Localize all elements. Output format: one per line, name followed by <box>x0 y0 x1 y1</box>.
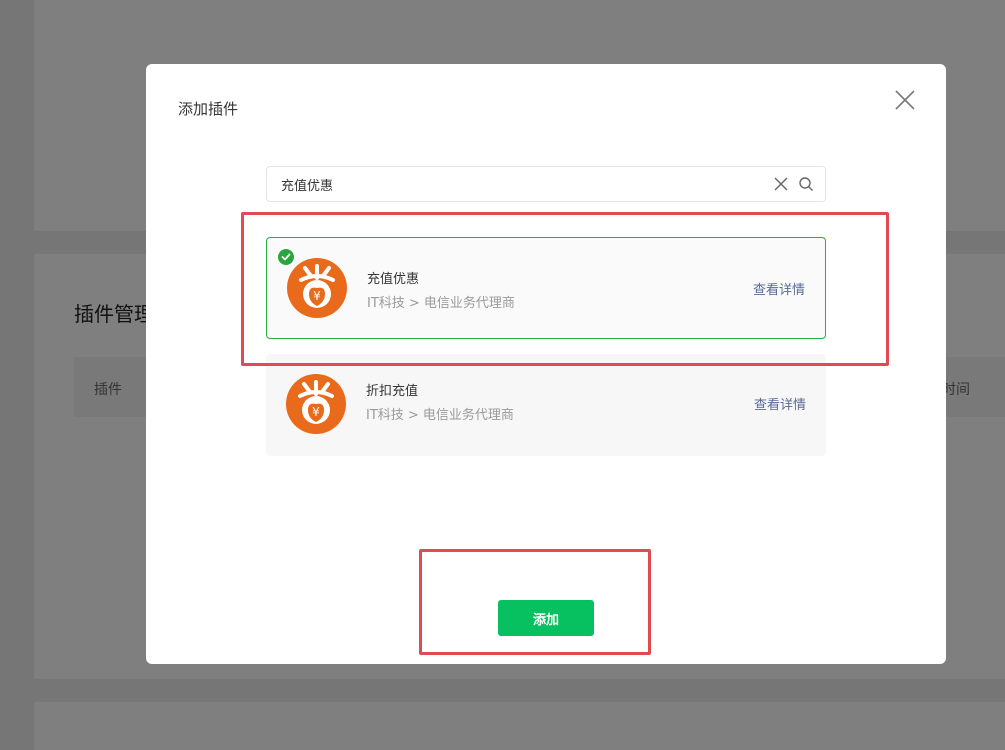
plugin-category: IT科技 > 电信业务代理商 <box>367 296 515 311</box>
plugin-name: 折扣充值 <box>366 384 419 399</box>
view-details-link[interactable]: 查看详情 <box>753 279 805 298</box>
add-button[interactable]: 添加 <box>498 600 594 636</box>
plugin-name: 充值优惠 <box>367 272 420 287</box>
plugin-result-item[interactable]: ¥ 充值优惠 IT科技 > 电信业务代理商 查看详情 <box>266 237 826 339</box>
add-plugin-dialog: 添加插件 ¥ <box>146 64 946 664</box>
plugin-category: IT科技 > 电信业务代理商 <box>366 408 514 423</box>
svg-text:¥: ¥ <box>312 405 320 419</box>
dialog-title: 添加插件 <box>178 100 239 118</box>
search-input[interactable] <box>281 167 761 201</box>
close-icon[interactable] <box>894 89 916 111</box>
search-box <box>266 166 826 202</box>
plugin-result-item[interactable]: ¥ 折扣充值 IT科技 > 电信业务代理商 查看详情 <box>266 354 826 456</box>
clear-icon[interactable] <box>773 176 789 192</box>
search-icon[interactable] <box>798 176 814 192</box>
view-details-link[interactable]: 查看详情 <box>754 394 806 413</box>
svg-text:¥: ¥ <box>313 289 321 303</box>
sheng-discount-icon: ¥ <box>286 374 346 434</box>
selected-check-icon <box>276 247 296 267</box>
sheng-discount-icon: ¥ <box>287 258 347 318</box>
